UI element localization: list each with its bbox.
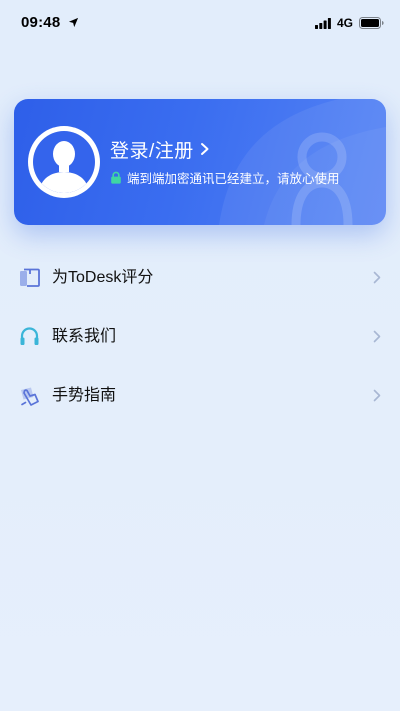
lock-icon [111,171,121,184]
menu-item-gesture-guide[interactable]: 手势指南 [0,366,400,425]
menu-item-label: 手势指南 [52,387,117,404]
chevron-right-icon [373,271,381,284]
chevron-right-icon [200,143,209,155]
network-type-label: 4G [337,16,354,30]
headset-icon [20,327,39,345]
rate-icon [20,268,40,287]
menu-item-rate-todesk[interactable]: 为ToDesk评分 [0,248,400,307]
secure-connection-text: 端到端加密通讯已经建立，请放心使用 [127,171,340,186]
chevron-right-icon [373,330,381,343]
login-register-label: 登录/注册 [110,140,194,162]
menu-item-label: 联系我们 [52,328,117,345]
status-bar: 09:48 4G [0,0,400,46]
location-arrow-icon [68,17,79,28]
gesture-icon [21,387,39,406]
chevron-right-icon [373,389,381,402]
avatar[interactable] [28,126,100,198]
menu-item-contact-us[interactable]: 联系我们 [0,307,400,366]
secure-connection-notice: 端到端加密通讯已经建立，请放心使用 [110,168,340,186]
login-register-link[interactable]: 登录/注册 [110,137,210,162]
status-time: 09:48 [21,14,61,31]
battery-icon [359,17,384,29]
menu-item-label: 为ToDesk评分 [52,269,154,286]
signal-icon [315,18,331,29]
avatar-placeholder-icon [33,131,95,193]
profile-card[interactable]: 登录/注册 端到端加密通讯已经建立，请放心使用 [14,99,386,225]
